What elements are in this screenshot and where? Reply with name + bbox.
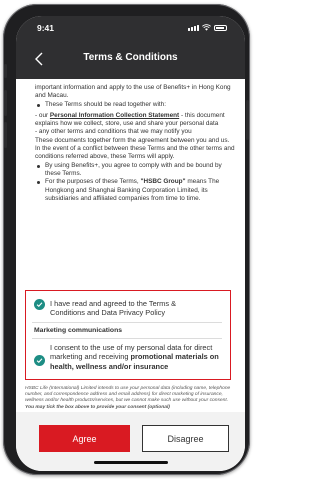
battery-icon	[214, 25, 227, 31]
check-circle-icon	[34, 355, 45, 366]
terms-sub-item-pics: - our Personal Information Collection St…	[35, 112, 235, 129]
consent-divider	[32, 322, 222, 323]
disclaimer-text: HSBC Life (International) Limited intend…	[25, 386, 231, 404]
pics-link[interactable]: Personal Information Collection Statemen…	[50, 112, 179, 119]
app-screen: 9:41 Terms & Conditions important inform…	[16, 16, 245, 471]
phone-frame: 9:41 Terms & Conditions important inform…	[3, 4, 250, 475]
terms-content: important information and apply to the u…	[35, 84, 235, 203]
terms-bullet-hsbc-group: For the purposes of these Terms, "HSBC G…	[35, 178, 235, 203]
disagree-button[interactable]: Disagree	[142, 425, 229, 452]
terms-bullet-agree: By using Benefits+, you agree to comply …	[35, 162, 235, 179]
marketing-title: Marketing communications	[34, 327, 122, 334]
disclaimer-bold: You may tick the box above to provide yo…	[25, 404, 170, 410]
power-button	[246, 100, 249, 140]
hsbc-prefix: For the purposes of these Terms,	[45, 178, 141, 186]
home-indicator[interactable]	[94, 461, 168, 464]
terms-consent-checkbox[interactable]: I have read and agreed to the Terms & Co…	[34, 299, 210, 318]
data-usage-disclaimer: HSBC Life (International) Limited intend…	[25, 386, 231, 411]
terms-intro: important information and apply to the u…	[35, 84, 231, 100]
marketing-consent-checkbox[interactable]: I consent to the use of my personal data…	[34, 343, 227, 371]
check-circle-icon	[34, 299, 45, 310]
marketing-consent-label: I consent to the use of my personal data…	[50, 343, 227, 371]
terms-sub-item-other: - any other terms and conditions that we…	[35, 128, 192, 136]
agree-button[interactable]: Agree	[39, 425, 130, 452]
sub1-prefix: - our	[35, 111, 50, 119]
wifi-icon	[202, 24, 211, 31]
consent-box: I have read and agreed to the Terms & Co…	[25, 290, 231, 380]
terms-agreement-paragraph: These documents together form the agreem…	[35, 136, 235, 161]
silent-switch	[4, 64, 7, 78]
action-footer: Agree Disagree	[16, 412, 245, 471]
status-time: 9:41	[37, 23, 55, 33]
status-icons	[188, 24, 227, 31]
terms-bullet-read-together: These Terms should be read together with…	[35, 101, 235, 109]
device-stage: 9:41 Terms & Conditions important inform…	[0, 0, 255, 479]
page-title: Terms & Conditions	[83, 52, 178, 63]
terms-consent-label: I have read and agreed to the Terms & Co…	[50, 299, 176, 318]
volume-up-button	[4, 90, 7, 116]
hsbc-group-term: "HSBC Group"	[140, 178, 186, 186]
signal-icon	[188, 25, 199, 31]
marketing-divider	[32, 338, 222, 339]
app-header: 9:41 Terms & Conditions	[16, 16, 245, 79]
volume-down-button	[4, 122, 7, 148]
